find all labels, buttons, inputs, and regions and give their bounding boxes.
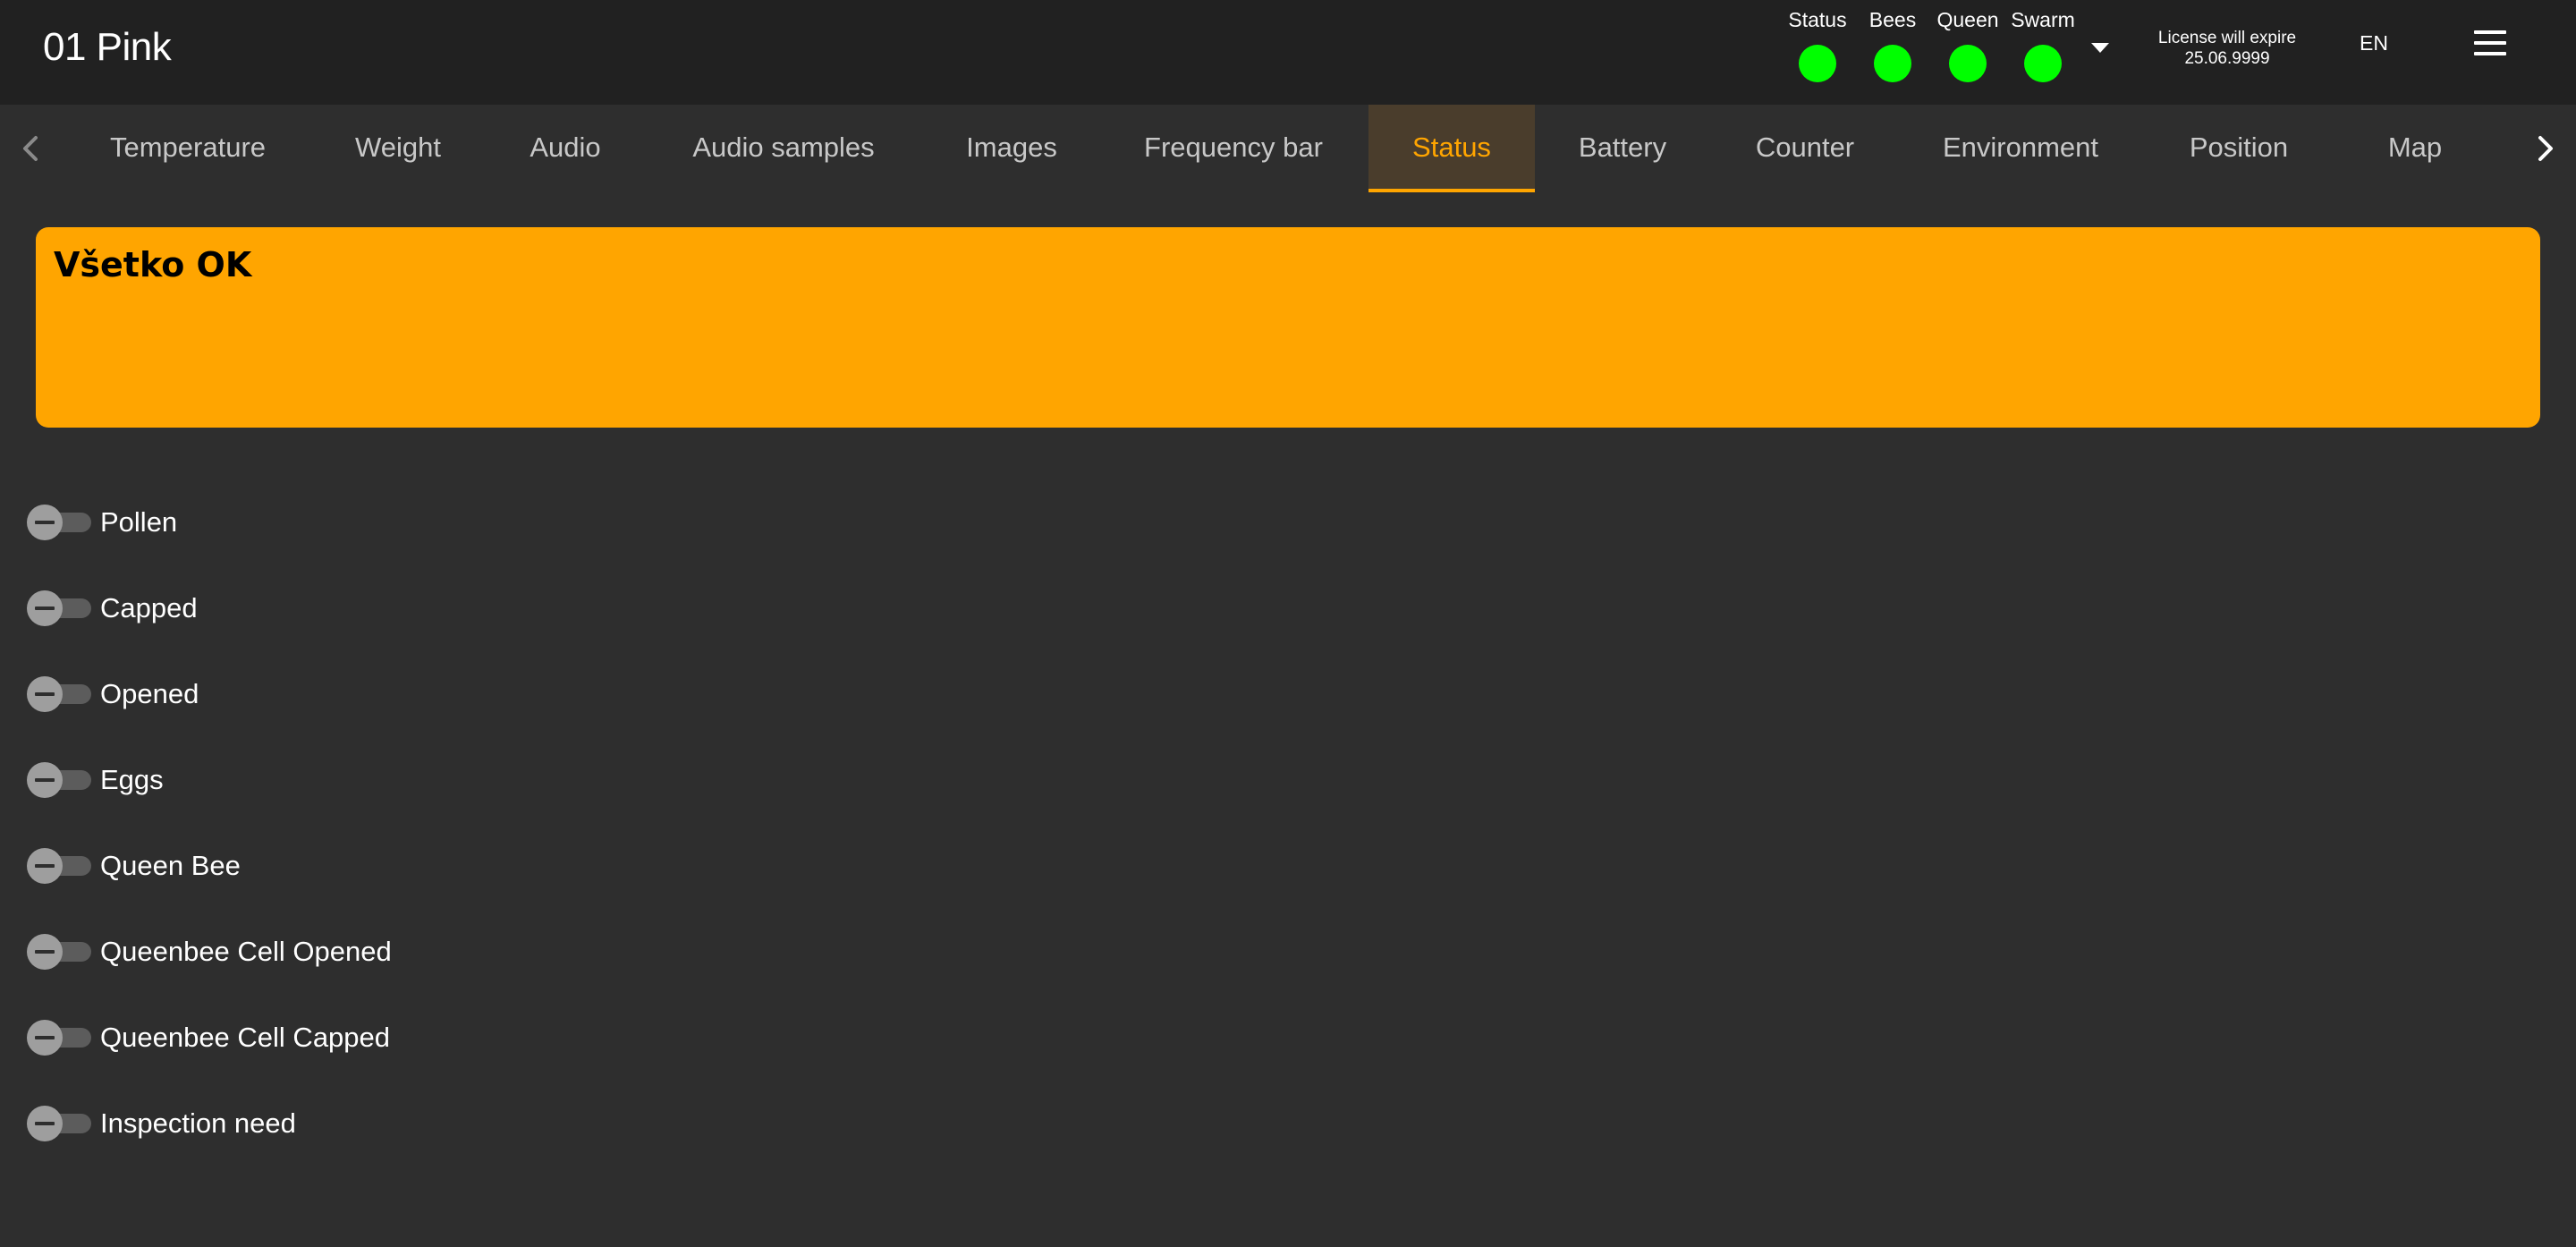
license-info: License will expire 25.06.9999 (2147, 28, 2308, 69)
toggle-row-inspection-need: Inspection need (27, 1100, 742, 1145)
queenbee-cell-opened-toggle[interactable] (27, 934, 93, 970)
tab-images[interactable]: Images (946, 105, 1077, 192)
toggle-row-queenbee-cell-opened: Queenbee Cell Opened (27, 929, 742, 973)
toggle-row-capped: Capped (27, 585, 742, 630)
queenbee-cell-capped-toggle[interactable] (27, 1020, 93, 1056)
toggle-label: Queen Bee (100, 850, 241, 881)
tabs-scroll-left-icon[interactable] (13, 127, 48, 170)
toggle-indeterminate-icon (27, 590, 63, 626)
toggle-indeterminate-icon (27, 505, 63, 540)
tab-bar: Temperature Weight Audio Audio samples I… (0, 105, 2576, 192)
status-banner-text: Všetko OK (54, 245, 252, 284)
toggle-row-queen-bee: Queen Bee (27, 843, 742, 887)
license-date: 25.06.9999 (2184, 49, 2270, 68)
queen-dot (1949, 45, 1987, 82)
swarm-indicator-label: Swarm (2011, 8, 2075, 31)
tab-temperature[interactable]: Temperature (88, 105, 288, 192)
license-label: License will expire (2157, 29, 2297, 47)
app-root: 01 Pink Status Bees Queen Swarm License … (0, 0, 2576, 1247)
tab-status[interactable]: Status (1368, 105, 1535, 192)
toggle-label: Inspection need (100, 1107, 296, 1139)
bees-indicator-label: Bees (1868, 8, 1917, 31)
swarm-dot (2024, 45, 2062, 82)
toggle-row-queenbee-cell-capped: Queenbee Cell Capped (27, 1014, 742, 1059)
toggle-indeterminate-icon (27, 1020, 63, 1056)
toggle-row-pollen: Pollen (27, 499, 742, 544)
toggle-row-opened: Opened (27, 671, 742, 716)
tab-counter[interactable]: Counter (1741, 105, 1869, 192)
toggle-indeterminate-icon (27, 848, 63, 884)
toggle-indeterminate-icon (27, 934, 63, 970)
swarm-indicator: Swarm (2005, 7, 2080, 82)
top-app-bar: 01 Pink Status Bees Queen Swarm License … (0, 0, 2576, 105)
toggle-label: Queenbee Cell Opened (100, 936, 392, 967)
tab-frequency-bar[interactable]: Frequency bar (1132, 105, 1335, 192)
tab-audio[interactable]: Audio (506, 105, 624, 192)
page-title: 01 Pink (43, 25, 172, 69)
hamburger-menu-icon[interactable] (2474, 30, 2506, 55)
toggle-label: Capped (100, 592, 198, 624)
tab-map[interactable]: Map (2361, 105, 2469, 192)
queen-bee-toggle[interactable] (27, 848, 93, 884)
toggle-indeterminate-icon (27, 762, 63, 798)
capped-toggle[interactable] (27, 590, 93, 626)
tab-environment[interactable]: Environment (1927, 105, 2114, 192)
toggle-row-eggs: Eggs (27, 757, 742, 802)
eggs-toggle[interactable] (27, 762, 93, 798)
bees-dot (1874, 45, 1911, 82)
pollen-toggle[interactable] (27, 505, 93, 540)
queen-indicator-label: Queen (1936, 8, 1999, 31)
toggle-label: Eggs (100, 764, 164, 795)
toggle-label: Pollen (100, 506, 178, 538)
inspection-need-toggle[interactable] (27, 1106, 93, 1141)
toggle-indeterminate-icon (27, 676, 63, 712)
status-dot (1799, 45, 1836, 82)
toggle-label: Opened (100, 678, 199, 709)
language-selector[interactable]: EN (2360, 31, 2388, 55)
bees-indicator: Bees (1855, 7, 1930, 82)
status-indicator: Status (1780, 7, 1855, 82)
status-banner: Všetko OK (36, 227, 2540, 428)
toggle-label: Queenbee Cell Capped (100, 1022, 391, 1053)
queen-indicator: Queen (1930, 7, 2005, 82)
tab-battery[interactable]: Battery (1562, 105, 1683, 192)
tabs-scroll-right-icon[interactable] (2528, 127, 2563, 170)
tab-audio-samples[interactable]: Audio samples (673, 105, 894, 192)
toggle-indeterminate-icon (27, 1106, 63, 1141)
tab-position[interactable]: Position (2175, 105, 2302, 192)
tab-weight[interactable]: Weight (331, 105, 465, 192)
opened-toggle[interactable] (27, 676, 93, 712)
indicators-dropdown-icon[interactable] (2091, 43, 2109, 53)
status-indicator-label: Status (1788, 8, 1847, 31)
